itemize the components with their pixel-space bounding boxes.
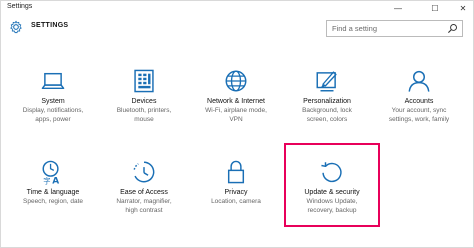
tile-privacy[interactable]: Privacy Location, camera bbox=[196, 151, 276, 229]
tile-description: Background, lock screen, colors bbox=[302, 107, 352, 123]
tile-ease-of-access[interactable]: Ease of Access Narrator, magnifier, high … bbox=[104, 151, 184, 229]
time-language-icon: A 字 bbox=[42, 160, 59, 185]
svg-text:A: A bbox=[52, 176, 59, 185]
tile-name: Privacy bbox=[224, 189, 248, 196]
lock-icon bbox=[227, 160, 245, 184]
tile-description: Speech, region, date bbox=[23, 198, 83, 205]
tile-name: Ease of Access bbox=[120, 189, 168, 196]
page-title: SETTINGS bbox=[31, 22, 69, 29]
search-input[interactable]: Find a setting bbox=[326, 20, 463, 37]
tile-personalization[interactable]: Personalization Background, lock screen, … bbox=[287, 60, 367, 138]
keyboard-icon bbox=[134, 69, 154, 93]
tile-network-internet[interactable]: Network & Internet Wi-Fi, airplane mode,… bbox=[196, 60, 276, 138]
tile-description: Display, notifications, apps, power bbox=[22, 107, 84, 123]
search-icon[interactable] bbox=[447, 23, 458, 34]
window-title: Settings bbox=[7, 3, 33, 10]
tile-time-language[interactable]: A 字 Time & language Speech, region, date bbox=[13, 151, 93, 229]
close-button[interactable]: ✕ bbox=[452, 1, 474, 16]
tile-name: Devices bbox=[131, 98, 157, 105]
tile-description: Your account, sync settings, work, family bbox=[388, 107, 450, 123]
selection-highlight bbox=[284, 143, 380, 227]
paintbrush-icon bbox=[316, 71, 337, 92]
minimize-button[interactable]: — bbox=[387, 1, 409, 16]
globe-icon bbox=[225, 70, 247, 92]
laptop-icon bbox=[41, 72, 65, 90]
tile-description: Location, camera bbox=[211, 198, 261, 205]
tile-name: Time & language bbox=[26, 189, 80, 196]
tile-description: Bluetooth, printers, mouse bbox=[116, 107, 172, 123]
tile-name: Personalization bbox=[303, 98, 351, 105]
title-bar: Settings — ☐ ✕ bbox=[1, 1, 473, 16]
person-icon bbox=[408, 70, 430, 92]
settings-window: Settings — ☐ ✕ SETTINGS Find a setting S… bbox=[0, 0, 474, 248]
settings-header: SETTINGS Find a setting bbox=[1, 16, 473, 46]
tile-name: System bbox=[41, 98, 65, 105]
tile-name: Accounts bbox=[404, 98, 434, 105]
ease-of-access-icon bbox=[133, 161, 155, 183]
tile-description: Wi-Fi, airplane mode, VPN bbox=[205, 107, 267, 123]
maximize-button[interactable]: ☐ bbox=[424, 1, 446, 16]
search-placeholder: Find a setting bbox=[332, 24, 378, 33]
gear-icon bbox=[10, 20, 22, 34]
svg-text:字: 字 bbox=[43, 176, 50, 185]
tile-name: Network & Internet bbox=[207, 98, 265, 105]
tile-accounts[interactable]: Accounts Your account, sync settings, wor… bbox=[379, 60, 459, 138]
tile-system[interactable]: System Display, notifications, apps, powe… bbox=[13, 60, 93, 138]
tile-description: Narrator, magnifier, high contrast bbox=[116, 198, 172, 214]
tile-devices[interactable]: Devices Bluetooth, printers, mouse bbox=[104, 60, 184, 138]
